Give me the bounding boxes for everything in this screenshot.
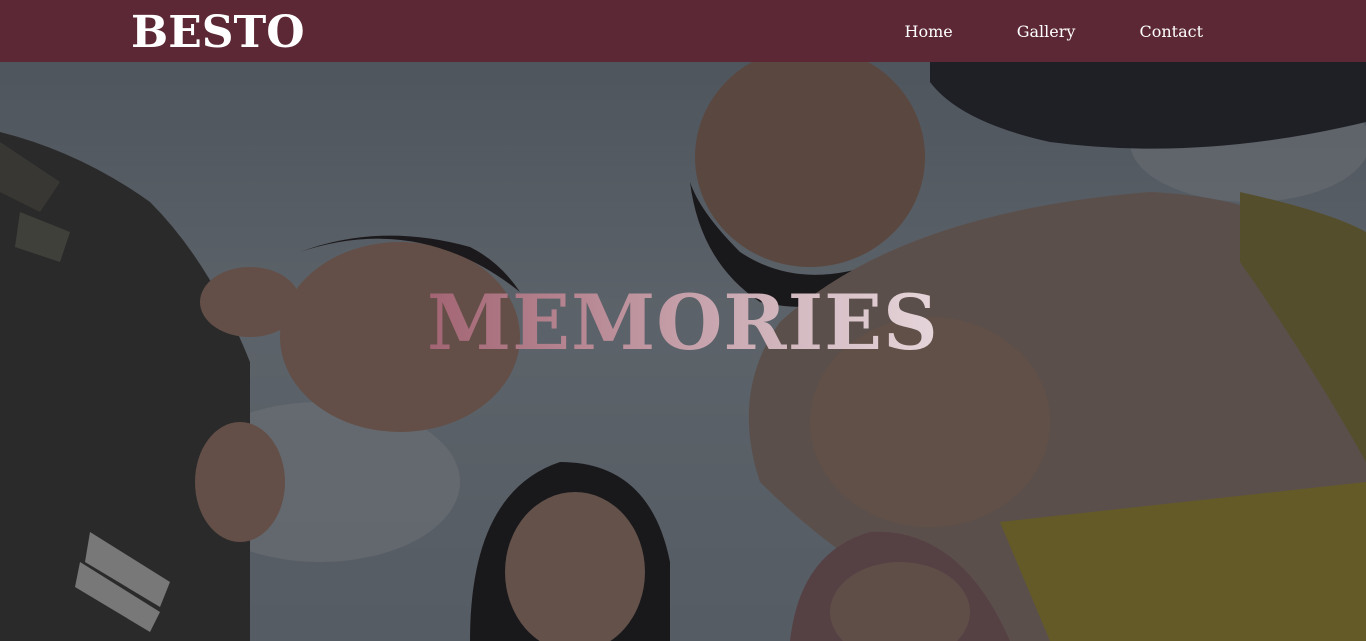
nav-link-contact[interactable]: Contact bbox=[1139, 22, 1203, 41]
page: BESTO Home Gallery Contact MEMORIES bbox=[0, 0, 1366, 641]
hero-title: MEMORIES bbox=[0, 278, 1366, 368]
nav-link-home[interactable]: Home bbox=[905, 22, 953, 41]
nav-link-gallery[interactable]: Gallery bbox=[1017, 22, 1076, 41]
nav-menu: Home Gallery Contact bbox=[905, 0, 1204, 62]
brand-logo[interactable]: BESTO bbox=[131, 6, 305, 60]
navbar: BESTO Home Gallery Contact bbox=[0, 0, 1366, 62]
